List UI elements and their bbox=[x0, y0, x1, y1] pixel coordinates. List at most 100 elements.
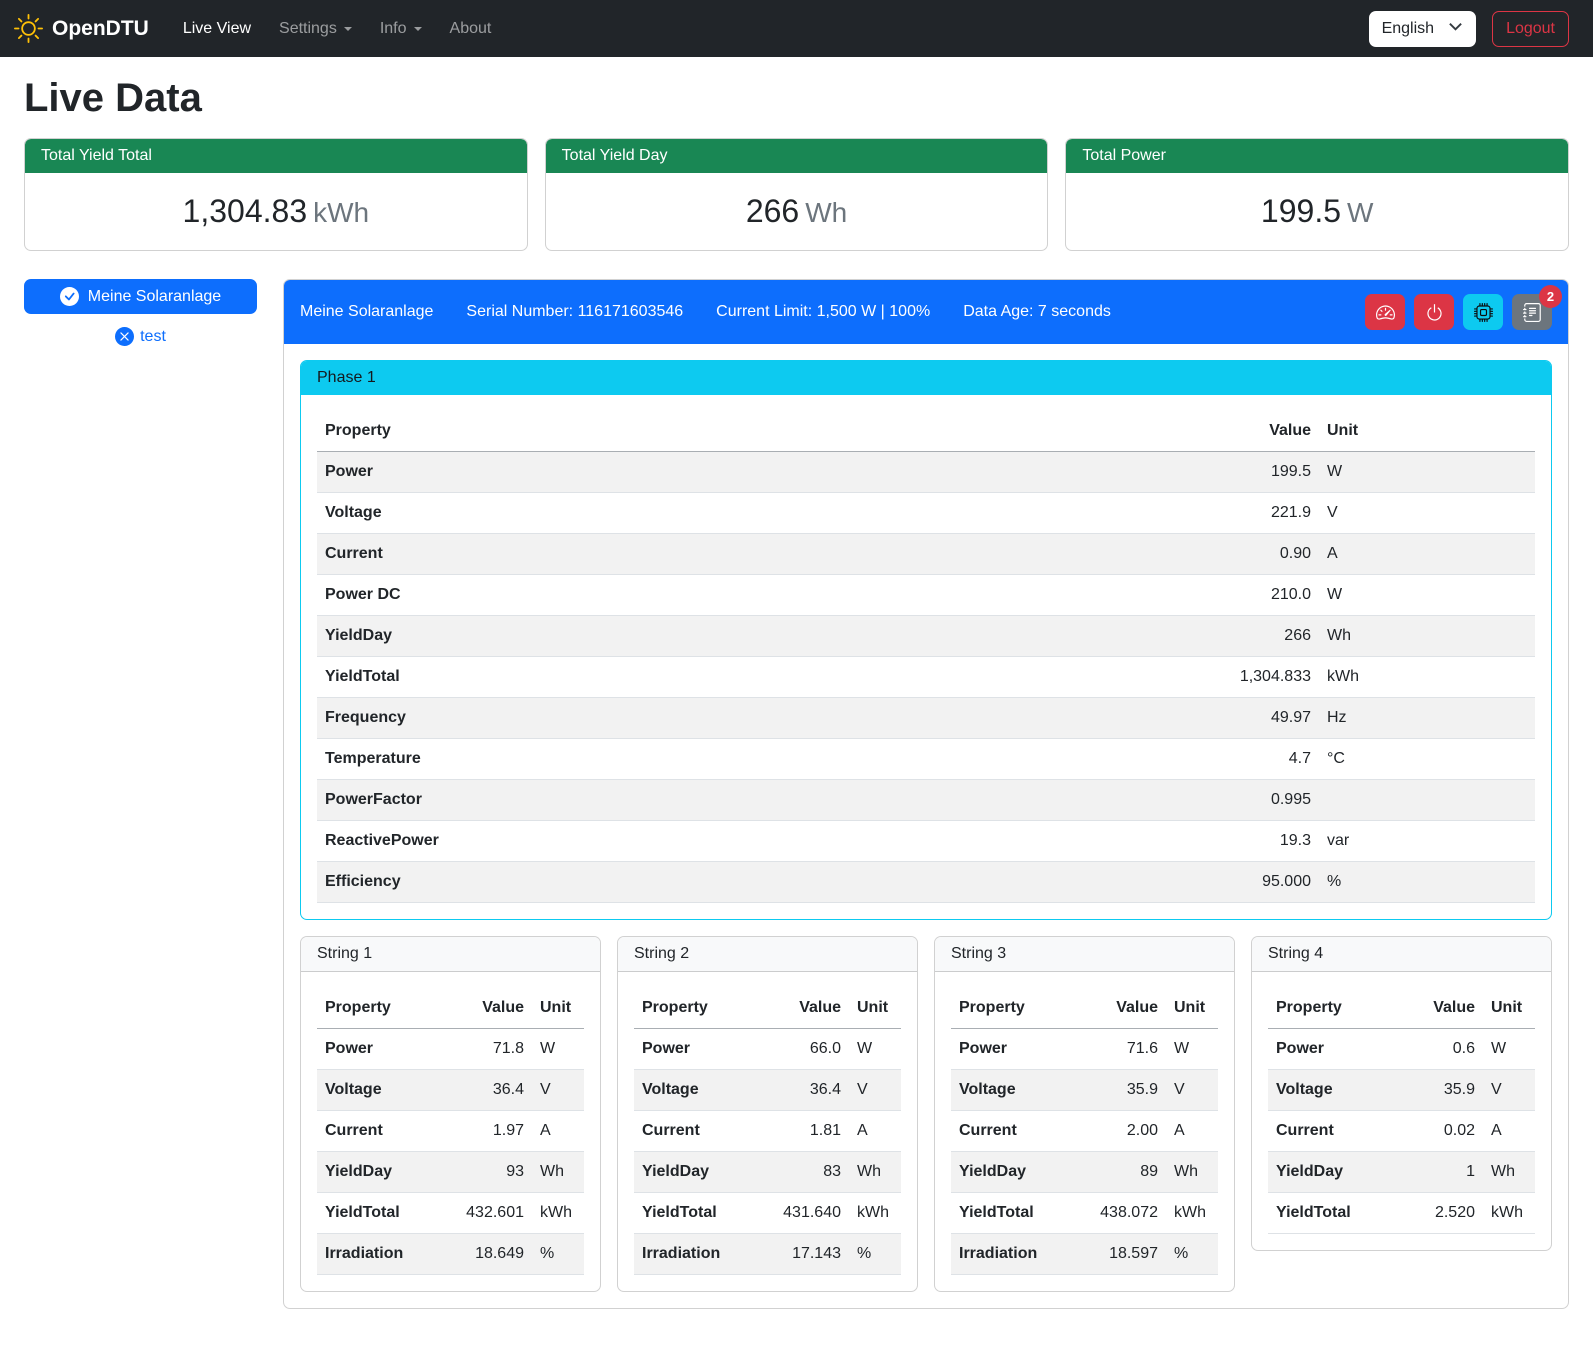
value-cell: 17.143 bbox=[754, 1234, 849, 1275]
value-cell: 49.97 bbox=[916, 698, 1319, 739]
event-count-badge: 2 bbox=[1539, 285, 1562, 308]
nav-item-label: Settings bbox=[279, 20, 337, 38]
table-row: Power0.6W bbox=[1268, 1029, 1535, 1070]
value-cell: 71.8 bbox=[437, 1029, 532, 1070]
page-title: Live Data bbox=[24, 76, 1569, 121]
value-cell: 266 bbox=[916, 616, 1319, 657]
property-cell: PowerFactor bbox=[317, 780, 916, 821]
property-cell: Irradiation bbox=[634, 1234, 754, 1275]
value-cell: 4.7 bbox=[916, 739, 1319, 780]
value-cell: 221.9 bbox=[916, 493, 1319, 534]
value-cell: 0.995 bbox=[916, 780, 1319, 821]
nav-item-about[interactable]: About bbox=[436, 12, 506, 46]
inverter-item-test[interactable]: test bbox=[24, 327, 257, 346]
value-cell: 93 bbox=[437, 1152, 532, 1193]
string-card-body: Property Value Unit Power71.8WVoltage36.… bbox=[301, 972, 600, 1291]
summary-card-body: 199.5W bbox=[1066, 173, 1568, 250]
unit-cell: V bbox=[1319, 493, 1535, 534]
string-table-body: Power71.8WVoltage36.4VCurrent1.97AYieldD… bbox=[317, 1029, 584, 1275]
table-row: Current2.00A bbox=[951, 1111, 1218, 1152]
table-row: Voltage36.4V bbox=[634, 1070, 901, 1111]
nav-item-live-view[interactable]: Live View bbox=[169, 12, 265, 46]
summary-value: 266 bbox=[746, 193, 799, 229]
column-header-unit: Unit bbox=[532, 988, 584, 1029]
unit-cell: V bbox=[1483, 1070, 1535, 1111]
table-row: Irradiation18.649% bbox=[317, 1234, 584, 1275]
unit-cell: kWh bbox=[532, 1193, 584, 1234]
unit-cell: W bbox=[1166, 1029, 1218, 1070]
string-card-3: String 3 Property Value Unit bbox=[934, 936, 1235, 1292]
value-cell: 35.9 bbox=[1071, 1070, 1166, 1111]
unit-cell: kWh bbox=[1483, 1193, 1535, 1234]
column-header-value: Value bbox=[437, 988, 532, 1029]
unit-cell: kWh bbox=[1319, 657, 1535, 698]
value-cell: 71.6 bbox=[1071, 1029, 1166, 1070]
chevron-down-icon bbox=[414, 27, 422, 35]
value-cell: 18.649 bbox=[437, 1234, 532, 1275]
table-row: Power71.6W bbox=[951, 1029, 1218, 1070]
table-row: YieldTotal2.520kWh bbox=[1268, 1193, 1535, 1234]
device-info-button[interactable] bbox=[1463, 294, 1503, 330]
column-header-property: Property bbox=[317, 988, 437, 1029]
unit-cell: % bbox=[532, 1234, 584, 1275]
sun-icon bbox=[14, 14, 43, 43]
column-header-unit: Unit bbox=[1483, 988, 1535, 1029]
value-cell: 0.6 bbox=[1388, 1029, 1483, 1070]
summary-card-body: 266Wh bbox=[546, 173, 1048, 250]
logout-button[interactable]: Logout bbox=[1492, 11, 1569, 47]
property-cell: Current bbox=[317, 1111, 437, 1152]
unit-cell: W bbox=[1483, 1029, 1535, 1070]
value-cell: 1 bbox=[1388, 1152, 1483, 1193]
string-card-4: String 4 Property Value Unit bbox=[1251, 936, 1552, 1251]
table-row: Irradiation18.597% bbox=[951, 1234, 1218, 1275]
inverter-limit: Current Limit: 1,500 W | 100% bbox=[716, 303, 930, 321]
x-circle-icon bbox=[115, 327, 134, 346]
phase-card-body: Property Value Unit Power199.5WVoltage22… bbox=[301, 395, 1551, 919]
string-card-title: String 3 bbox=[935, 937, 1234, 972]
table-row: Current0.90A bbox=[317, 534, 1535, 575]
string-table: Property Value Unit Power71.6WVoltage35.… bbox=[951, 988, 1218, 1275]
value-cell: 18.597 bbox=[1071, 1234, 1166, 1275]
table-row: YieldDay1Wh bbox=[1268, 1152, 1535, 1193]
inverter-select-label: Meine Solaranlage bbox=[88, 288, 221, 306]
content-row: Meine Solaranlage test Meine Solaranlage… bbox=[24, 279, 1569, 1309]
property-cell: Voltage bbox=[317, 493, 916, 534]
table-row: ReactivePower19.3var bbox=[317, 821, 1535, 862]
check-circle-icon bbox=[60, 287, 79, 306]
table-row: Irradiation17.143% bbox=[634, 1234, 901, 1275]
table-header-row: Property Value Unit bbox=[317, 988, 584, 1029]
value-cell: 1,304.833 bbox=[916, 657, 1319, 698]
brand[interactable]: OpenDTU bbox=[14, 14, 149, 43]
value-cell: 83 bbox=[754, 1152, 849, 1193]
property-cell: YieldDay bbox=[634, 1152, 754, 1193]
unit-cell bbox=[1319, 780, 1535, 821]
nav-item-settings[interactable]: Settings bbox=[265, 12, 366, 46]
unit-cell: A bbox=[532, 1111, 584, 1152]
value-cell: 36.4 bbox=[754, 1070, 849, 1111]
table-row: Frequency49.97Hz bbox=[317, 698, 1535, 739]
summary-unit: kWh bbox=[313, 197, 369, 228]
language-select[interactable]: English bbox=[1369, 11, 1476, 47]
column-header-property: Property bbox=[951, 988, 1071, 1029]
power-toggle-button[interactable] bbox=[1414, 294, 1454, 330]
summary-value: 199.5 bbox=[1261, 193, 1341, 229]
event-log-button[interactable]: 2 bbox=[1512, 294, 1552, 330]
summary-unit: Wh bbox=[805, 197, 847, 228]
value-cell: 66.0 bbox=[754, 1029, 849, 1070]
limit-settings-button[interactable] bbox=[1365, 294, 1405, 330]
property-cell: Frequency bbox=[317, 698, 916, 739]
column-header-unit: Unit bbox=[849, 988, 901, 1029]
phase-card-title: Phase 1 bbox=[301, 361, 1551, 395]
navbar-right: English Logout bbox=[1369, 11, 1569, 47]
property-cell: YieldTotal bbox=[951, 1193, 1071, 1234]
inverter-select-button[interactable]: Meine Solaranlage bbox=[24, 279, 257, 314]
inverter-serial: Serial Number: 116171603546 bbox=[466, 303, 683, 321]
unit-cell: % bbox=[1319, 862, 1535, 903]
property-cell: Current bbox=[634, 1111, 754, 1152]
value-cell: 0.02 bbox=[1388, 1111, 1483, 1152]
property-cell: Current bbox=[1268, 1111, 1388, 1152]
table-row: Current1.97A bbox=[317, 1111, 584, 1152]
property-cell: YieldDay bbox=[1268, 1152, 1388, 1193]
strings-row: String 1 Property Value Unit bbox=[300, 936, 1552, 1292]
nav-item-info[interactable]: Info bbox=[366, 12, 436, 46]
